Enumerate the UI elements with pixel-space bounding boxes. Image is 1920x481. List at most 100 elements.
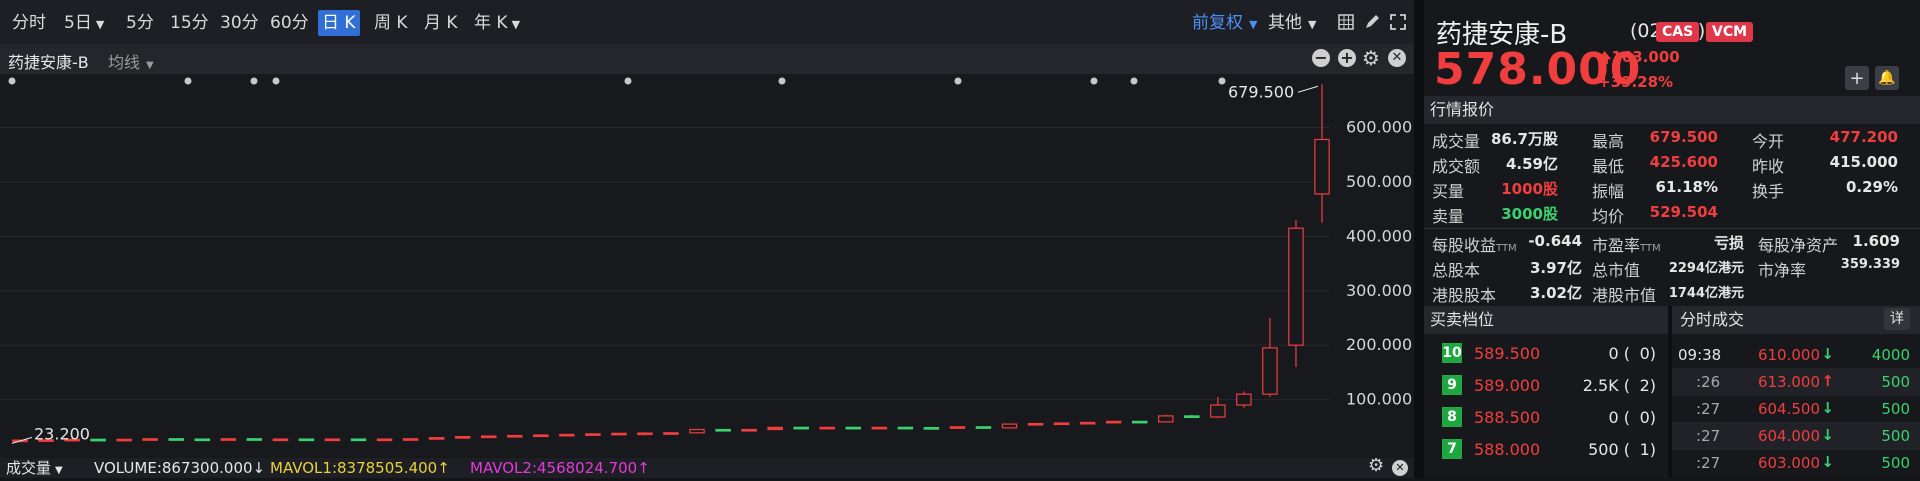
orderbook-row[interactable]: 8 588.500 0 (0)	[1424, 402, 1668, 434]
event-marker[interactable]	[184, 77, 192, 85]
trade-row[interactable]: :27 604.500 ↓ 500	[1672, 395, 1920, 423]
candle-body[interactable]	[1288, 227, 1304, 346]
arrow-down-icon: ↓	[1821, 399, 1834, 417]
candle-body[interactable]	[168, 438, 185, 441]
candle-body[interactable]	[402, 438, 419, 441]
quote-panel: 药捷安康-B (02617) CAS VCM 578.000 🡅163.000 …	[1424, 0, 1920, 478]
candle-body[interactable]	[819, 426, 836, 430]
candle-body[interactable]	[897, 426, 914, 430]
event-marker[interactable]	[1218, 77, 1226, 85]
candle-body[interactable]	[949, 426, 966, 429]
candle-body[interactable]	[741, 428, 757, 432]
candle-body[interactable]	[923, 427, 940, 430]
fundamental-label: 每股收益TTM	[1432, 232, 1517, 256]
quote-value: 679.500	[1649, 128, 1718, 146]
candle-body[interactable]	[1236, 393, 1252, 406]
candle-body[interactable]	[975, 426, 992, 429]
candle-body[interactable]	[246, 438, 263, 441]
candle-body[interactable]	[1131, 420, 1148, 424]
candle-body[interactable]	[90, 438, 106, 442]
candle-body[interactable]	[480, 435, 497, 439]
candle-body[interactable]	[298, 438, 315, 442]
candle-body[interactable]	[506, 434, 523, 438]
trade-price: 604.500	[1757, 400, 1820, 418]
event-marker[interactable]	[8, 77, 16, 85]
candle-body[interactable]	[194, 438, 211, 442]
event-marker[interactable]	[1130, 77, 1138, 85]
candle-body[interactable]	[767, 426, 783, 431]
candle-body[interactable]	[637, 432, 653, 436]
order-price: 588.500	[1474, 408, 1541, 427]
plus-icon: +	[1849, 67, 1865, 89]
candle-body[interactable]	[142, 438, 158, 441]
quote-label: 最低	[1592, 157, 1625, 176]
event-marker[interactable]	[1090, 77, 1098, 85]
high-annotation: 679.500	[1228, 82, 1294, 101]
gear-icon[interactable]: ⚙	[1368, 456, 1384, 476]
candle-body[interactable]	[1079, 421, 1096, 425]
candle-body[interactable]	[1262, 347, 1278, 395]
quote-value: 415.000	[1829, 153, 1898, 171]
candle-body[interactable]	[1053, 422, 1070, 426]
volume-bar: 成交量 ▼ VOLUME:867300.000↓ MAVOL1:8378505.4…	[0, 456, 1414, 478]
candle-body[interactable]	[1184, 415, 1200, 419]
candle-body[interactable]	[350, 438, 367, 442]
chart-panel: 分时 5日 ▼ 5分 15分 30分 60分日 K周 K月 K年 K ▼ 前复权 ▼ 其他 ▼ 药…	[0, 0, 1414, 478]
candle-body[interactable]	[324, 438, 341, 442]
candle-body[interactable]	[793, 426, 809, 430]
orderbook-row[interactable]: 9 589.000 2.5K (2)	[1424, 370, 1668, 402]
candle-body[interactable]	[533, 434, 549, 438]
bell-icon: 🔔	[1878, 70, 1896, 86]
event-marker[interactable]	[272, 77, 280, 85]
candle-body[interactable]	[559, 433, 575, 437]
event-marker[interactable]	[954, 77, 962, 85]
fundamental-label: 港股市值	[1592, 282, 1656, 306]
candle-body[interactable]	[1210, 404, 1226, 418]
candle-body[interactable]	[715, 428, 731, 432]
candle-body[interactable]	[663, 432, 679, 435]
candle-body[interactable]	[611, 432, 627, 436]
fundamental-value: 3.02亿	[1529, 284, 1582, 302]
orderbook-row[interactable]: 10 589.500 0 (0)	[1424, 338, 1668, 370]
candle-body[interactable]	[1314, 138, 1330, 195]
trade-row[interactable]: :27 604.000 ↓ 500	[1672, 422, 1920, 450]
quote-label: 今开	[1752, 132, 1785, 151]
fundamental-value: 359.339	[1840, 257, 1900, 272]
fundamental-label: 港股股本	[1432, 282, 1496, 306]
candle-body[interactable]	[454, 435, 471, 439]
detail-button[interactable]: 详	[1884, 308, 1910, 330]
event-marker[interactable]	[250, 77, 258, 85]
panel-divider[interactable]	[1414, 0, 1424, 478]
candle-body[interactable]	[1157, 415, 1174, 423]
candlestick-chart[interactable]: 600.000 500.000 400.000 300.000 200.000 100.0…	[0, 0, 1414, 478]
candle-body[interactable]	[376, 438, 393, 442]
candle-body[interactable]	[689, 428, 705, 434]
fundamental-label-text: 每股净资产	[1758, 236, 1839, 255]
candle-body[interactable]	[845, 426, 862, 430]
quote-label: 昨收	[1752, 157, 1785, 176]
quote-value: 477.200	[1829, 128, 1898, 146]
candle-body[interactable]	[1105, 420, 1122, 424]
candle-body[interactable]	[220, 438, 237, 441]
candle-body[interactable]	[116, 438, 132, 442]
quote-value: 425.600	[1649, 153, 1718, 171]
close-circle-icon[interactable]: ✕	[1392, 460, 1408, 476]
candle-body[interactable]	[585, 433, 601, 436]
candle-body[interactable]	[1001, 423, 1018, 429]
candle-body[interactable]	[871, 426, 888, 430]
order-qty: 500 (	[1588, 440, 1630, 459]
alert-button[interactable]: 🔔	[1875, 66, 1899, 90]
y-tick-label: 400.000	[1346, 226, 1412, 245]
candle-body[interactable]	[1027, 422, 1044, 426]
fundamental-value: -0.644	[1528, 232, 1582, 250]
trade-row[interactable]: :27 603.000 ↓ 500	[1672, 449, 1920, 477]
add-watchlist-button[interactable]: +	[1845, 66, 1869, 90]
candle-body[interactable]	[428, 437, 445, 440]
candle-body[interactable]	[272, 438, 289, 442]
ttm-subscript: TTM	[1640, 243, 1661, 254]
trade-row[interactable]: :26 613.000 ↑ 500	[1672, 368, 1920, 396]
orderbook-row[interactable]: 7 588.000 500 (1)	[1424, 434, 1668, 466]
event-marker[interactable]	[624, 77, 632, 85]
event-marker[interactable]	[778, 77, 786, 85]
trade-row[interactable]: 09:38 610.000 ↓ 4000	[1672, 341, 1920, 369]
